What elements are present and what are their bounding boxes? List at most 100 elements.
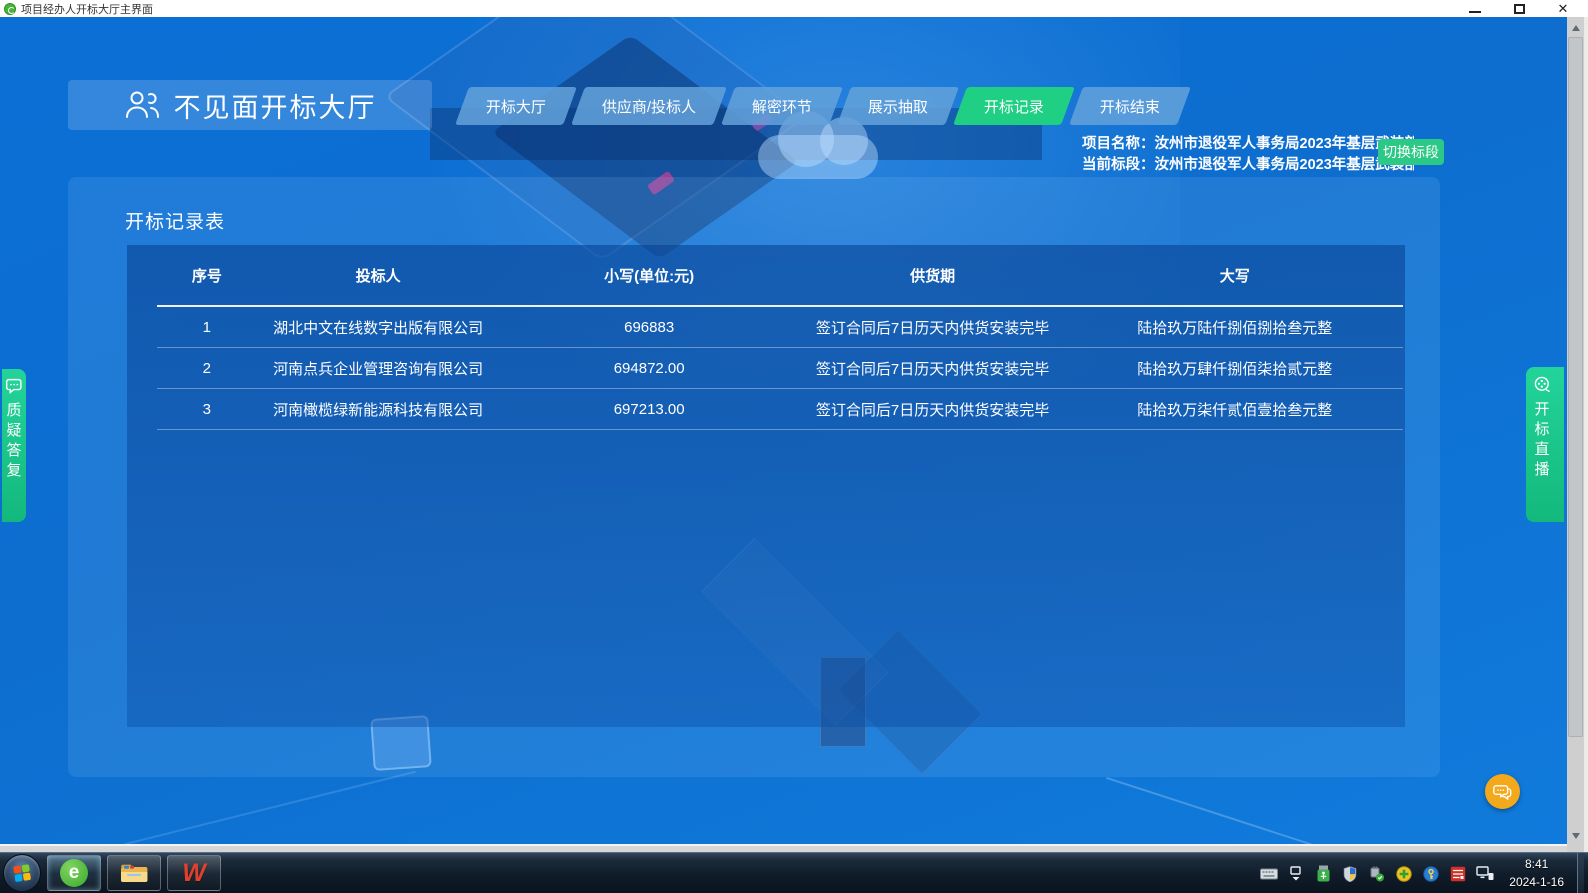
tab-display-draw[interactable]: 展示抽取 bbox=[837, 87, 959, 125]
screen: 项目经办人开标大厅主界面 ✕ bbox=[0, 0, 1588, 893]
tab-label: 开标大厅 bbox=[486, 96, 546, 117]
scrollbar-thumb[interactable] bbox=[1568, 37, 1583, 737]
video-reel-icon bbox=[1534, 376, 1551, 393]
col-header-amount-words: 大写 bbox=[1067, 265, 1403, 286]
show-desktop-button[interactable] bbox=[1577, 853, 1584, 893]
taskbar-clock[interactable]: 8:41 2024-1-16 bbox=[1509, 856, 1564, 891]
tab-label: 解密环节 bbox=[752, 96, 812, 117]
app-area: 不见面开标大厅 开标大厅 供应商/投标人 解密环节 展示抽取 开标记录 开标结束… bbox=[0, 17, 1588, 852]
tab-label: 开标结束 bbox=[1100, 96, 1160, 117]
vertical-scrollbar[interactable] bbox=[1567, 17, 1584, 852]
maximize-icon bbox=[1514, 4, 1525, 14]
taskbar-browser-button[interactable]: e bbox=[47, 855, 101, 891]
tab-bid-opening-hall[interactable]: 开标大厅 bbox=[455, 87, 577, 125]
main-panel: 开标记录表 序号 投标人 小写(单位:元) 供货期 大写 1 湖北中文在线数字出… bbox=[68, 177, 1440, 777]
question-reply-label: 质疑答复 bbox=[6, 401, 22, 481]
key-icon[interactable] bbox=[1422, 865, 1440, 883]
cell-seq: 3 bbox=[157, 401, 257, 418]
col-header-amount: 小写(单位:元) bbox=[500, 265, 799, 286]
window-title: 项目经办人开标大厅主界面 bbox=[21, 1, 153, 17]
browser-app-icon bbox=[4, 3, 16, 15]
cell-amount: 694872.00 bbox=[500, 360, 799, 377]
clock-date: 2024-1-16 bbox=[1509, 874, 1564, 891]
app-logo-title: 不见面开标大厅 bbox=[174, 86, 377, 125]
ca-certificate-icon[interactable] bbox=[1449, 865, 1467, 883]
users-icon bbox=[124, 89, 160, 121]
chat-bubbles-icon bbox=[1493, 783, 1513, 801]
project-name: 项目名称：汝州市退役军人事务局2023年基层武装部... bbox=[1082, 134, 1414, 155]
defender-shield-icon[interactable] bbox=[1341, 865, 1359, 883]
cell-bidder: 河南橄榄绿新能源科技有限公司 bbox=[257, 399, 500, 420]
chat-fab-button[interactable] bbox=[1485, 774, 1520, 809]
col-header-seq: 序号 bbox=[157, 265, 257, 286]
cell-bidder: 河南点兵企业管理咨询有限公司 bbox=[257, 358, 500, 379]
usb-icon[interactable] bbox=[1314, 865, 1332, 883]
minimize-icon bbox=[1469, 11, 1481, 13]
system-tray: 8:41 2024-1-16 bbox=[1260, 853, 1588, 893]
nav-tabs: 开标大厅 供应商/投标人 解密环节 展示抽取 开标记录 开标结束 bbox=[462, 87, 1184, 125]
cell-amount: 697213.00 bbox=[500, 401, 799, 418]
folder-icon bbox=[119, 861, 149, 885]
window-frame bbox=[1584, 17, 1588, 852]
cell-seq: 2 bbox=[157, 360, 257, 377]
cell-amount-words: 陆拾玖万柒仟贰佰壹拾叁元整 bbox=[1067, 399, 1403, 420]
current-section: 当前标段：汝州市退役军人事务局2023年基层武装部... bbox=[1082, 155, 1414, 176]
background-illustration bbox=[124, 771, 416, 846]
taskbar-explorer-button[interactable] bbox=[107, 855, 161, 891]
bid-record-table: 序号 投标人 小写(单位:元) 供货期 大写 1 湖北中文在线数字出版有限公司 … bbox=[127, 245, 1405, 727]
switch-section-button[interactable]: 切换标段 bbox=[1378, 139, 1444, 165]
live-broadcast-side-tab[interactable]: 开标直播 bbox=[1526, 367, 1564, 522]
cell-seq: 1 bbox=[157, 319, 257, 336]
table-header-row: 序号 投标人 小写(单位:元) 供货期 大写 bbox=[157, 245, 1403, 307]
cloud-illustration bbox=[758, 135, 878, 179]
col-header-delivery: 供货期 bbox=[799, 265, 1067, 286]
cell-delivery: 签订合同后7日历天内供货安装完毕 bbox=[799, 399, 1067, 420]
chat-bubble-icon bbox=[6, 378, 23, 394]
cell-bidder: 湖北中文在线数字出版有限公司 bbox=[257, 317, 500, 338]
start-button[interactable] bbox=[3, 854, 41, 892]
antivirus-icon[interactable] bbox=[1395, 865, 1413, 883]
windows-logo-icon bbox=[12, 863, 32, 883]
minimize-button[interactable] bbox=[1464, 1, 1486, 16]
keyboard-icon[interactable] bbox=[1260, 865, 1278, 883]
question-reply-side-tab[interactable]: 质疑答复 bbox=[2, 369, 26, 522]
tab-opening-record[interactable]: 开标记录 bbox=[953, 87, 1075, 125]
horizontal-scrollbar[interactable] bbox=[0, 844, 1567, 852]
cell-delivery: 签订合同后7日历天内供货安装完毕 bbox=[799, 317, 1067, 338]
window-titlebar: 项目经办人开标大厅主界面 ✕ bbox=[0, 0, 1588, 17]
page-title: 开标记录表 bbox=[125, 207, 225, 234]
triangle-up-icon bbox=[1572, 25, 1580, 31]
cell-amount: 696883 bbox=[500, 319, 799, 336]
tab-suppliers-bidders[interactable]: 供应商/投标人 bbox=[571, 87, 727, 125]
tab-label: 供应商/投标人 bbox=[602, 96, 696, 117]
taskbar-wps-button[interactable]: W bbox=[167, 855, 221, 891]
table-row: 1 湖北中文在线数字出版有限公司 696883 签订合同后7日历天内供货安装完毕… bbox=[157, 307, 1403, 348]
taskbar: e W bbox=[0, 852, 1588, 893]
background-illustration bbox=[1106, 777, 1354, 852]
scroll-down-arrow[interactable] bbox=[1567, 827, 1584, 844]
tab-label: 展示抽取 bbox=[868, 96, 928, 117]
cell-delivery: 签订合同后7日历天内供货安装完毕 bbox=[799, 358, 1067, 379]
tab-label: 开标记录 bbox=[984, 96, 1044, 117]
tab-decryption[interactable]: 解密环节 bbox=[721, 87, 843, 125]
wps-icon: W bbox=[182, 859, 206, 888]
app-logo-banner: 不见面开标大厅 bbox=[68, 80, 432, 130]
cell-amount-words: 陆拾玖万陆仟捌佰捌拾叁元整 bbox=[1067, 317, 1403, 338]
clock-time: 8:41 bbox=[1509, 856, 1564, 873]
window-controls: ✕ bbox=[1464, 0, 1582, 17]
close-button[interactable]: ✕ bbox=[1552, 1, 1574, 16]
close-icon: ✕ bbox=[1558, 2, 1569, 15]
network-icon[interactable] bbox=[1476, 865, 1494, 883]
maximize-button[interactable] bbox=[1508, 1, 1530, 16]
triangle-down-icon bbox=[1572, 833, 1580, 839]
hidden-icons-expander[interactable] bbox=[1287, 865, 1305, 883]
col-header-bidder: 投标人 bbox=[257, 265, 500, 286]
browser-glyph: e bbox=[69, 862, 80, 884]
live-broadcast-label: 开标直播 bbox=[1534, 400, 1550, 480]
browser-icon: e bbox=[60, 859, 88, 887]
tab-opening-end[interactable]: 开标结束 bbox=[1069, 87, 1191, 125]
safely-remove-hardware-icon[interactable] bbox=[1368, 865, 1386, 883]
scroll-up-arrow[interactable] bbox=[1567, 19, 1584, 36]
table-row: 2 河南点兵企业管理咨询有限公司 694872.00 签订合同后7日历天内供货安… bbox=[157, 348, 1403, 389]
project-info: 项目名称：汝州市退役军人事务局2023年基层武装部... 当前标段：汝州市退役军… bbox=[1082, 134, 1414, 178]
